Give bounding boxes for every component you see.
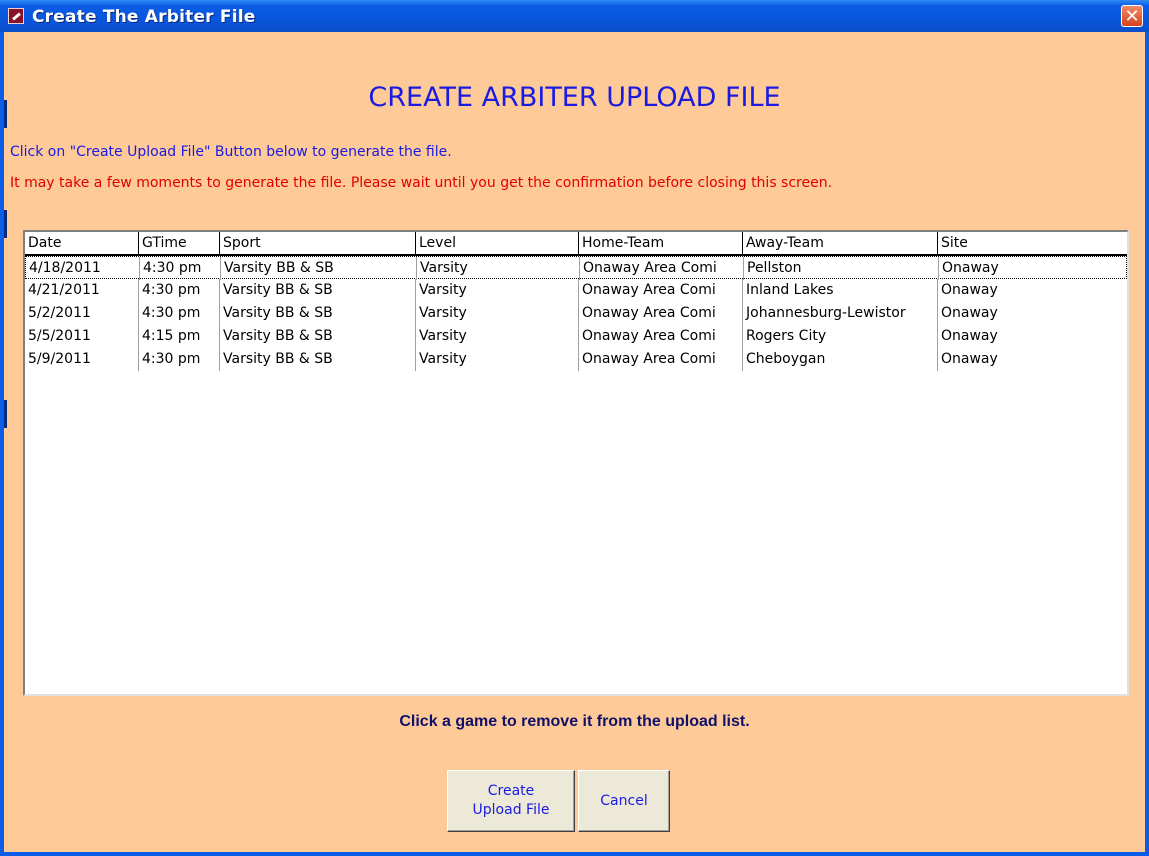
cell-home-team: Onaway Area Comi [579, 279, 743, 302]
cell-sport: Varsity BB & SB [220, 325, 416, 348]
cell-away-team: Pellston [744, 257, 939, 280]
title-bar[interactable]: Create The Arbiter File ✕ [0, 0, 1149, 32]
table-row[interactable]: 4/18/2011 4:30 pm Varsity BB & SB Varsit… [25, 256, 1127, 280]
cell-sport: Varsity BB & SB [220, 279, 416, 302]
close-button[interactable]: ✕ [1121, 5, 1143, 27]
table-row[interactable]: 4/21/2011 4:30 pm Varsity BB & SB Varsit… [25, 279, 1127, 302]
cell-away-team: Inland Lakes [743, 279, 938, 302]
list-header: Date GTime Sport Level Home-Team Away-Te… [25, 232, 1127, 256]
cell-gtime: 4:30 pm [139, 302, 220, 325]
column-header-home-team[interactable]: Home-Team [579, 232, 743, 254]
cell-date: 5/5/2011 [25, 325, 139, 348]
cell-date: 4/21/2011 [25, 279, 139, 302]
cell-date: 5/9/2011 [25, 348, 139, 371]
table-row[interactable]: 5/9/2011 4:30 pm Varsity BB & SB Varsity… [25, 348, 1127, 371]
cell-sport: Varsity BB & SB [221, 257, 417, 280]
cell-gtime: 4:15 pm [139, 325, 220, 348]
edge-tick [4, 210, 7, 238]
cell-home-team: Onaway Area Comi [579, 302, 743, 325]
cell-site: Onaway [941, 351, 998, 367]
games-list[interactable]: Date GTime Sport Level Home-Team Away-Te… [23, 230, 1129, 696]
cell-level: Varsity [416, 348, 579, 371]
cell-level: Varsity [416, 279, 579, 302]
table-row[interactable]: 5/5/2011 4:15 pm Varsity BB & SB Varsity… [25, 325, 1127, 348]
column-header-sport[interactable]: Sport [220, 232, 416, 254]
column-header-level[interactable]: Level [416, 232, 579, 254]
cancel-button[interactable]: Cancel [578, 770, 670, 832]
cell-level: Varsity [416, 325, 579, 348]
create-label-line2: Upload File [472, 802, 550, 818]
column-header-gtime[interactable]: GTime [139, 232, 220, 254]
remove-hint-text: Click a game to remove it from the uploa… [399, 713, 750, 730]
cell-away-team: Johannesburg-Lewistor [743, 302, 938, 325]
column-header-date[interactable]: Date [25, 232, 139, 254]
edge-tick [4, 400, 7, 428]
cell-level: Varsity [417, 257, 580, 280]
cell-away-team: Cheboygan [743, 348, 938, 371]
cell-away-team: Rogers City [743, 325, 938, 348]
cell-gtime: 4:30 pm [139, 348, 220, 371]
create-upload-file-label: Create Upload File [473, 782, 550, 820]
cell-home-team: Onaway Area Comi [580, 257, 744, 280]
create-label-line1: Create [487, 783, 535, 799]
warning-text: It may take a few moments to generate th… [10, 175, 833, 191]
cell-gtime: 4:30 pm [139, 279, 220, 302]
cell-level: Varsity [416, 302, 579, 325]
column-header-site[interactable]: Site [938, 232, 1127, 254]
cell-site: Onaway [941, 328, 998, 344]
app-key-icon [8, 8, 24, 24]
cell-date: 4/18/2011 [26, 257, 140, 280]
cell-home-team: Onaway Area Comi [579, 348, 743, 371]
create-upload-file-button[interactable]: Create Upload File [447, 770, 575, 832]
cell-site: Onaway [942, 260, 999, 276]
cell-home-team: Onaway Area Comi [579, 325, 743, 348]
cell-sport: Varsity BB & SB [220, 302, 416, 325]
close-icon: ✕ [1124, 6, 1140, 27]
window-title: Create The Arbiter File [32, 7, 256, 27]
cell-site: Onaway [941, 305, 998, 321]
cell-sport: Varsity BB & SB [220, 348, 416, 371]
page-heading: CREATE ARBITER UPLOAD FILE [368, 82, 781, 113]
table-row[interactable]: 5/2/2011 4:30 pm Varsity BB & SB Varsity… [25, 302, 1127, 325]
cell-site: Onaway [941, 282, 998, 298]
cell-gtime: 4:30 pm [140, 257, 221, 280]
instruction-text: Click on "Create Upload File" Button bel… [10, 144, 452, 160]
column-header-away-team[interactable]: Away-Team [743, 232, 938, 254]
dialog-window: Create The Arbiter File ✕ CREATE ARBITER… [0, 0, 1149, 856]
cell-date: 5/2/2011 [25, 302, 139, 325]
